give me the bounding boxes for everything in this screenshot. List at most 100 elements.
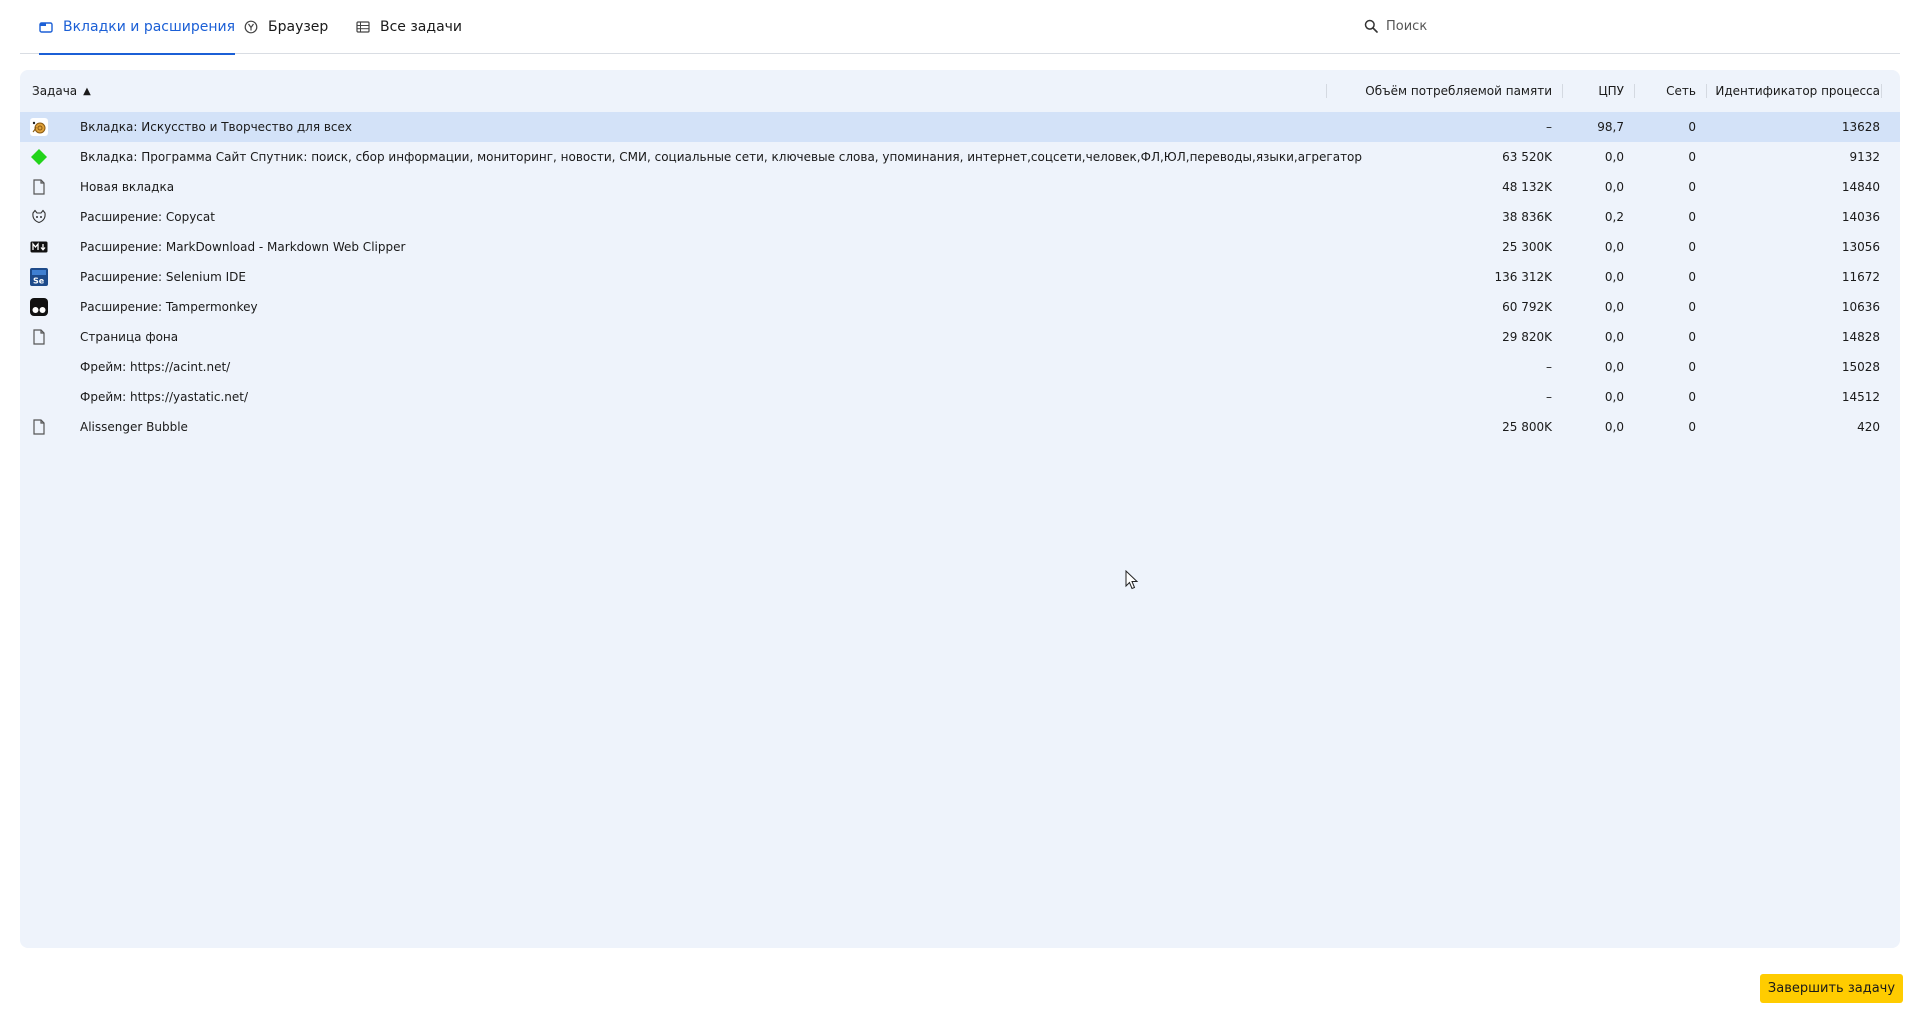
cell-pid: 13628 <box>1841 120 1880 134</box>
cell-cpu: 0,0 <box>1604 270 1624 284</box>
page-icon <box>30 328 48 346</box>
cell-network: 0 <box>1688 300 1696 314</box>
cell-pid: 15028 <box>1841 360 1880 374</box>
cell-cpu: 0,0 <box>1604 360 1624 374</box>
mouse-cursor-icon <box>1125 570 1139 590</box>
cell-memory: 29 820K <box>1502 330 1552 344</box>
cell-pid: 14828 <box>1841 330 1880 344</box>
cell-memory: 48 132K <box>1502 180 1552 194</box>
cell-cpu: 98,7 <box>1597 120 1624 134</box>
tab-label: Все задачи <box>380 19 463 35</box>
cell-pid: 9132 <box>1849 150 1880 164</box>
cell-pid: 14512 <box>1841 390 1880 404</box>
table-row[interactable]: Вкладка: Программа Сайт Спутник: поиск, … <box>20 142 1900 172</box>
list-icon <box>356 21 370 33</box>
cat-icon <box>30 208 48 226</box>
cell-pid: 14036 <box>1841 210 1880 224</box>
table-header: Задача ▲ Объём потребляемой памяти ЦПУ С… <box>20 70 1900 112</box>
green-diamond-icon <box>30 148 48 166</box>
cell-task: Вкладка: Программа Сайт Спутник: поиск, … <box>80 150 1363 164</box>
cell-memory: 60 792K <box>1502 300 1552 314</box>
cell-cpu: 0,0 <box>1604 150 1624 164</box>
column-separator <box>1881 70 1882 112</box>
table-row[interactable]: Расширение: Copycat 38 836K 0,2 0 14036 <box>20 202 1900 232</box>
column-header-memory[interactable]: Объём потребляемой памяти <box>1326 70 1552 112</box>
column-header-task[interactable]: Задача ▲ <box>32 70 91 112</box>
page-icon <box>30 418 48 436</box>
selenium-icon: Se <box>30 268 48 286</box>
tab-label: Вкладки и расширения <box>63 19 236 35</box>
tab-all-tasks[interactable]: Все задачи <box>356 0 462 54</box>
cell-pid: 11672 <box>1841 270 1880 284</box>
task-table: Задача ▲ Объём потребляемой памяти ЦПУ С… <box>20 70 1900 948</box>
cell-network: 0 <box>1688 120 1696 134</box>
cell-pid: 13056 <box>1841 240 1880 254</box>
cell-network: 0 <box>1688 210 1696 224</box>
cell-pid: 10636 <box>1841 300 1880 314</box>
cell-task: Расширение: MarkDownload - Markdown Web … <box>80 240 406 254</box>
cell-cpu: 0,0 <box>1604 180 1624 194</box>
markdown-icon <box>30 238 48 256</box>
sort-ascending-icon: ▲ <box>83 85 91 97</box>
browser-icon <box>244 20 258 34</box>
cell-cpu: 0,0 <box>1604 330 1624 344</box>
cell-pid: 420 <box>1857 420 1880 434</box>
cell-memory: 136 312K <box>1494 270 1553 284</box>
cell-cpu: 0,0 <box>1604 420 1624 434</box>
cell-memory: 63 520K <box>1502 150 1552 164</box>
cell-cpu: 0,0 <box>1604 390 1624 404</box>
table-row[interactable]: Фрейм: https://yastatic.net/ – 0,0 0 14512 <box>20 382 1900 412</box>
tampermonkey-icon <box>30 298 48 316</box>
page-icon <box>30 178 48 196</box>
cell-task: Страница фона <box>80 330 179 344</box>
end-task-button[interactable]: Завершить задачу <box>1760 974 1903 1003</box>
cell-network: 0 <box>1688 330 1696 344</box>
cell-task: Фрейм: https://yastatic.net/ <box>80 390 249 404</box>
table-row[interactable]: Фрейм: https://acint.net/ – 0,0 0 15028 <box>20 352 1900 382</box>
cell-task: Фрейм: https://acint.net/ <box>80 360 231 374</box>
column-header-network[interactable]: Сеть <box>1634 70 1696 112</box>
table-row[interactable]: Se Расширение: Selenium IDE 136 312K 0,0 0 11… <box>20 262 1900 292</box>
cell-pid: 14840 <box>1841 180 1880 194</box>
top-bar: Вкладки и расширения Браузер Все задачи <box>20 0 1900 55</box>
cell-memory: – <box>1546 390 1552 404</box>
cell-memory: – <box>1546 120 1552 134</box>
cell-memory: 25 800K <box>1502 420 1552 434</box>
snail-favicon-icon <box>30 118 48 136</box>
cell-cpu: 0,0 <box>1604 300 1624 314</box>
table-row[interactable]: Новая вкладка 48 132K 0,0 0 14840 <box>20 172 1900 202</box>
cell-network: 0 <box>1688 420 1696 434</box>
table-row[interactable]: Расширение: MarkDownload - Markdown Web … <box>20 232 1900 262</box>
cell-network: 0 <box>1688 150 1696 164</box>
search-input[interactable] <box>1386 18 1646 34</box>
cell-memory: 38 836K <box>1502 210 1552 224</box>
cell-network: 0 <box>1688 360 1696 374</box>
cell-network: 0 <box>1688 240 1696 254</box>
cell-cpu: 0,0 <box>1604 240 1624 254</box>
cell-cpu: 0,2 <box>1604 210 1624 224</box>
cell-memory: – <box>1546 360 1552 374</box>
cell-network: 0 <box>1688 180 1696 194</box>
cell-task: Расширение: Tampermonkey <box>80 300 258 314</box>
column-header-cpu[interactable]: ЦПУ <box>1562 70 1624 112</box>
cell-task: Новая вкладка <box>80 180 175 194</box>
cell-memory: 25 300K <box>1502 240 1552 254</box>
cell-task: Alissenger Bubble <box>80 420 188 434</box>
table-row[interactable]: Страница фона 29 820K 0,0 0 14828 <box>20 322 1900 352</box>
search-box[interactable] <box>1364 12 1664 40</box>
column-header-pid[interactable]: Идентификатор процесса <box>1706 70 1880 112</box>
cell-task: Расширение: Copycat <box>80 210 215 224</box>
cell-task: Вкладка: Искусство и Творчество для всех <box>80 120 353 134</box>
cell-network: 0 <box>1688 390 1696 404</box>
tab-label: Браузер <box>268 19 329 35</box>
tab-tabs-and-extensions[interactable]: Вкладки и расширения <box>39 0 236 55</box>
search-icon <box>1364 19 1378 33</box>
cell-task: Расширение: Selenium IDE <box>80 270 246 284</box>
tabs-icon <box>39 22 53 33</box>
table-row[interactable]: Alissenger Bubble 25 800K 0,0 0 420 <box>20 412 1900 442</box>
tab-browser[interactable]: Браузер <box>244 0 328 54</box>
table-row[interactable]: Расширение: Tampermonkey 60 792K 0,0 0 10636 <box>20 292 1900 322</box>
cell-network: 0 <box>1688 270 1696 284</box>
table-row[interactable]: Вкладка: Искусство и Творчество для всех… <box>20 112 1900 142</box>
svg-text:Se: Se <box>33 277 45 286</box>
